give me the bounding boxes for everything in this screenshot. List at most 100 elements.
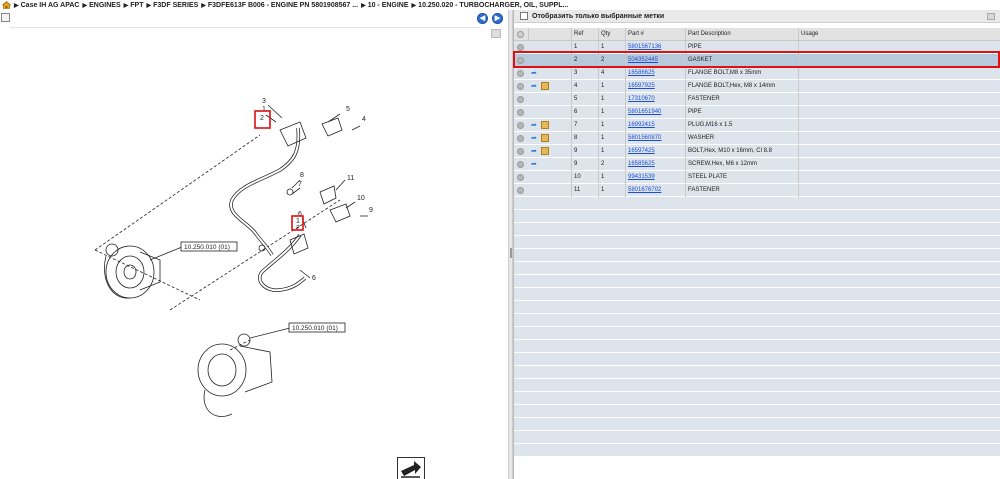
callout-11[interactable]: 11 — [347, 175, 354, 182]
row-select-icon[interactable] — [517, 174, 524, 181]
substitute-arrow-icon[interactable]: ➦ — [531, 148, 539, 155]
part-number-link[interactable]: 5801651940 — [628, 109, 661, 115]
cell-usage — [798, 80, 1000, 93]
reference-box-label[interactable]: 10.250.010 (01) — [292, 325, 338, 332]
callout-3b[interactable]: 6 — [298, 211, 302, 218]
cell-usage — [798, 184, 1000, 197]
cell-ref: 3 — [571, 67, 598, 80]
part-number-link[interactable]: 99431539 — [628, 174, 655, 180]
breadcrumb-item[interactable]: ▶ Case IH AG APAC — [14, 2, 80, 9]
table-row[interactable]: 11 1 5801676702 FASTENER — [514, 184, 1000, 197]
cell-qty: 1 — [598, 145, 625, 158]
callout-7[interactable]: 7 — [298, 181, 302, 188]
table-row[interactable]: 10 1 99431539 STEEL PLATE — [514, 171, 1000, 184]
cell-usage — [798, 171, 1000, 184]
part-number-link[interactable]: 5801560870 — [628, 135, 661, 141]
table-row[interactable]: 5 1 17310670 FASTENER — [514, 93, 1000, 106]
cell-qty: 1 — [598, 93, 625, 106]
callout-2[interactable]: 2 — [260, 115, 264, 122]
cell-qty: 4 — [598, 67, 625, 80]
part-number-link[interactable]: 5801676702 — [628, 187, 661, 193]
select-all-icon[interactable] — [517, 31, 524, 38]
breadcrumb-item[interactable]: ▶ F3DFE613F B006 - ENGINE PN 5801908567 .… — [201, 2, 358, 9]
empty-row — [514, 301, 1000, 314]
cell-description: STEEL PLATE — [685, 171, 798, 184]
part-number-link[interactable]: 16597925 — [628, 83, 655, 89]
callout-4[interactable]: 4 — [362, 116, 366, 123]
part-number-link[interactable]: 16992415 — [628, 122, 655, 128]
cell-ref: 8 — [571, 132, 598, 145]
table-row[interactable]: ➦ 3 4 16586625 FLANGE BOLT,M8 x 35mm — [514, 67, 1000, 80]
column-header-description[interactable]: Part Description — [685, 28, 798, 41]
empty-row — [514, 444, 1000, 457]
empty-row — [514, 366, 1000, 379]
row-select-icon[interactable] — [517, 135, 524, 142]
cell-ref: 9 — [571, 145, 598, 158]
empty-row — [514, 392, 1000, 405]
kit-box-icon[interactable] — [541, 134, 549, 142]
callout-3[interactable]: 3 — [262, 98, 266, 105]
home-icon[interactable] — [2, 1, 11, 9]
part-number-link[interactable]: 16597425 — [628, 148, 655, 154]
cell-qty: 2 — [598, 158, 625, 171]
row-select-icon[interactable] — [517, 44, 524, 51]
column-header-ref[interactable]: Ref — [571, 28, 598, 41]
breadcrumb-item[interactable]: ▶ F3DF SERIES — [147, 2, 199, 9]
kit-box-icon[interactable] — [541, 121, 549, 129]
part-number-link[interactable]: 16586625 — [628, 70, 655, 76]
callout-6[interactable]: 6 — [312, 275, 316, 282]
cell-usage — [798, 145, 1000, 158]
callout-2b[interactable]: 2 — [296, 225, 300, 232]
part-number-link[interactable]: 17310670 — [628, 96, 655, 102]
row-select-icon[interactable] — [517, 96, 524, 103]
substitute-arrow-icon[interactable]: ➦ — [531, 122, 539, 129]
table-row[interactable]: ➦ 8 1 5801560870 WASHER — [514, 132, 1000, 145]
substitute-arrow-icon[interactable]: ➦ — [531, 83, 539, 90]
diagram-pane: ◀ ▶ 3 1 2 4 5 8 7 11 10 9 6 1 2 6 10.250… — [0, 10, 508, 479]
table-row[interactable]: ➦ 4 1 16597925 FLANGE BOLT,Hex, M8 x 14mm — [514, 80, 1000, 93]
empty-row — [514, 275, 1000, 288]
row-select-icon[interactable] — [517, 187, 524, 194]
empty-row — [514, 223, 1000, 236]
empty-row — [514, 262, 1000, 275]
callout-8[interactable]: 8 — [300, 172, 304, 179]
cell-qty: 1 — [598, 119, 625, 132]
row-select-icon[interactable] — [517, 161, 524, 168]
callout-5[interactable]: 5 — [346, 106, 350, 113]
callout-1b[interactable]: 1 — [296, 218, 300, 225]
callout-9[interactable]: 9 — [369, 207, 373, 214]
row-select-icon[interactable] — [517, 83, 524, 90]
reference-box-label[interactable]: 10.250.010 (01) — [184, 244, 230, 251]
column-header-usage[interactable]: Usage — [798, 28, 1000, 41]
row-select-icon[interactable] — [517, 122, 524, 129]
breadcrumb: ▶ Case IH AG APAC ▶ ENGINES ▶ FPT ▶ F3DF SER… — [0, 0, 1000, 10]
callout-10[interactable]: 10 — [357, 195, 365, 202]
table-row[interactable]: ➦ 7 1 16992415 PLUG,M16 x 1.5 — [514, 119, 1000, 132]
panel-menu-icon[interactable] — [987, 13, 995, 20]
breadcrumb-item[interactable]: ▶ ENGINES — [83, 2, 121, 9]
column-header-part[interactable]: Part # — [625, 28, 685, 41]
row-select-icon[interactable] — [517, 109, 524, 116]
table-row[interactable]: ➦ 9 1 16597425 BOLT,Hex, M10 x 16mm, Cl 8.8 — [514, 145, 1000, 158]
selected-tags-checkbox[interactable] — [520, 12, 528, 20]
table-row[interactable]: 6 1 5801651940 PIPE — [514, 106, 1000, 119]
table-row[interactable]: ➦ 9 2 16585625 SCREW,Hex, M6 x 12mm — [514, 158, 1000, 171]
callout-1[interactable]: 1 — [262, 106, 266, 113]
exit-arrow-icon[interactable] — [397, 457, 425, 479]
part-number-link[interactable]: 16585625 — [628, 161, 655, 167]
breadcrumb-item[interactable]: ▶ 10 - ENGINE — [361, 2, 408, 9]
kit-box-icon[interactable] — [541, 82, 549, 90]
parts-table: Ref Qty Part # Part Description Usage 11… — [514, 28, 1000, 457]
breadcrumb-item[interactable]: ▶ FPT — [124, 2, 144, 9]
row-select-icon[interactable] — [517, 70, 524, 77]
empty-row — [514, 249, 1000, 262]
part-number-link[interactable]: 5801567136 — [628, 44, 661, 50]
cell-description: PLUG,M16 x 1.5 — [685, 119, 798, 132]
column-header-qty[interactable]: Qty — [598, 28, 625, 41]
substitute-arrow-icon[interactable]: ➦ — [531, 70, 539, 77]
substitute-arrow-icon[interactable]: ➦ — [531, 135, 539, 142]
row-select-icon[interactable] — [517, 148, 524, 155]
cell-usage — [798, 93, 1000, 106]
kit-box-icon[interactable] — [541, 147, 549, 155]
substitute-arrow-icon[interactable]: ➦ — [531, 161, 539, 168]
